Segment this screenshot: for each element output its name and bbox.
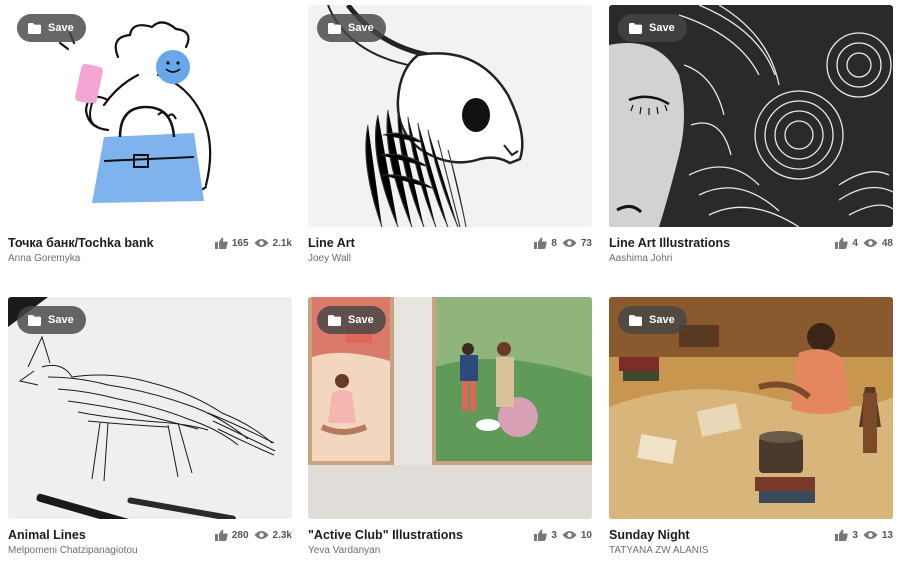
- project-card[interactable]: Save Sunday Night TATYANA ZW ALANIS 3 13: [609, 297, 893, 568]
- save-button[interactable]: Save: [17, 14, 86, 42]
- project-title[interactable]: Точка банк/Tochka bank: [8, 236, 154, 250]
- views-stat: 13: [863, 530, 893, 541]
- folder-icon: [328, 314, 341, 326]
- project-thumbnail[interactable]: Save: [609, 297, 893, 519]
- project-owner[interactable]: Aashima Johri: [609, 253, 672, 264]
- views-stat: 48: [863, 238, 893, 249]
- likes-count: 8: [551, 237, 557, 249]
- project-title[interactable]: Sunday Night: [609, 528, 690, 542]
- project-thumbnail[interactable]: Save: [609, 5, 893, 227]
- thumbs-up-icon: [214, 237, 228, 249]
- save-label: Save: [649, 314, 675, 326]
- views-count: 2.1k: [272, 237, 292, 249]
- likes-count: 4: [852, 237, 858, 249]
- save-button[interactable]: Save: [17, 306, 86, 334]
- project-title[interactable]: Animal Lines: [8, 528, 86, 542]
- thumbs-up-icon: [214, 529, 228, 541]
- project-meta: Line Art Illustrations Aashima Johri 4 4…: [609, 236, 893, 276]
- likes-stat: 3: [534, 529, 557, 541]
- project-owner[interactable]: TATYANA ZW ALANIS: [609, 545, 708, 556]
- thumbs-up-icon: [534, 237, 547, 249]
- project-card[interactable]: Save Line Art Illustrations Aashima Johr…: [609, 5, 893, 276]
- likes-stat: 8: [534, 237, 557, 249]
- project-title[interactable]: Line Art: [308, 236, 355, 250]
- project-stats: 280 2.3k: [214, 529, 292, 541]
- project-title[interactable]: "Active Club" Illustrations: [308, 528, 463, 542]
- project-stats: 165 2.1k: [214, 237, 292, 249]
- save-label: Save: [649, 22, 675, 34]
- project-owner[interactable]: Anna Goremyka: [8, 253, 80, 264]
- eye-icon: [254, 239, 269, 247]
- folder-icon: [629, 22, 642, 34]
- save-button[interactable]: Save: [317, 14, 386, 42]
- project-stats: 4 48: [835, 237, 893, 249]
- views-count: 73: [580, 237, 592, 249]
- project-card[interactable]: Save Line Art Joey Wall 8 73: [308, 5, 592, 276]
- likes-count: 165: [231, 237, 249, 249]
- views-stat: 73: [562, 238, 592, 249]
- project-grid: Save Точка банк/Tochka bank Anna Goremyk…: [0, 0, 900, 568]
- likes-count: 280: [231, 529, 249, 541]
- eye-icon: [863, 239, 878, 247]
- save-label: Save: [348, 22, 374, 34]
- thumbs-up-icon: [534, 529, 547, 541]
- project-owner[interactable]: Yeva Vardanyan: [308, 545, 380, 556]
- project-thumbnail[interactable]: Save: [8, 297, 292, 519]
- thumbs-up-icon: [835, 237, 848, 249]
- thumbs-up-icon: [835, 529, 848, 541]
- project-stats: 3 13: [835, 529, 893, 541]
- project-meta: Sunday Night TATYANA ZW ALANIS 3 13: [609, 528, 893, 568]
- views-stat: 2.1k: [254, 238, 292, 249]
- save-button[interactable]: Save: [618, 306, 687, 334]
- project-card[interactable]: Save "Active Club" Illustrations Yeva Va…: [308, 297, 592, 568]
- save-label: Save: [48, 22, 74, 34]
- project-owner[interactable]: Joey Wall: [308, 253, 351, 264]
- project-meta: Точка банк/Tochka bank Anna Goremyka 165…: [8, 236, 292, 276]
- project-thumbnail[interactable]: Save: [308, 5, 592, 227]
- folder-icon: [28, 22, 41, 34]
- views-count: 2.3k: [272, 529, 292, 541]
- views-stat: 10: [562, 530, 592, 541]
- project-owner[interactable]: Melpomeni Chatzipanagiotou: [8, 545, 138, 556]
- save-label: Save: [48, 314, 74, 326]
- project-title[interactable]: Line Art Illustrations: [609, 236, 730, 250]
- eye-icon: [562, 531, 577, 539]
- project-thumbnail[interactable]: Save: [8, 5, 292, 227]
- project-card[interactable]: Save Animal Lines Melpomeni Chatzipanagi…: [8, 297, 292, 568]
- save-label: Save: [348, 314, 374, 326]
- likes-stat: 3: [835, 529, 858, 541]
- views-count: 48: [881, 237, 893, 249]
- project-stats: 3 10: [534, 529, 592, 541]
- project-stats: 8 73: [534, 237, 592, 249]
- likes-stat: 4: [835, 237, 858, 249]
- likes-stat: 280: [214, 529, 249, 541]
- project-meta: Line Art Joey Wall 8 73: [308, 236, 592, 276]
- project-card[interactable]: Save Точка банк/Tochka bank Anna Goremyk…: [8, 5, 292, 276]
- folder-icon: [28, 314, 41, 326]
- project-meta: "Active Club" Illustrations Yeva Vardany…: [308, 528, 592, 568]
- views-count: 13: [881, 529, 893, 541]
- eye-icon: [562, 239, 577, 247]
- project-meta: Animal Lines Melpomeni Chatzipanagiotou …: [8, 528, 292, 568]
- eye-icon: [863, 531, 878, 539]
- save-button[interactable]: Save: [317, 306, 386, 334]
- folder-icon: [629, 314, 642, 326]
- views-stat: 2.3k: [254, 530, 292, 541]
- project-thumbnail[interactable]: Save: [308, 297, 592, 519]
- views-count: 10: [580, 529, 592, 541]
- folder-icon: [328, 22, 341, 34]
- likes-count: 3: [551, 529, 557, 541]
- likes-stat: 165: [214, 237, 249, 249]
- eye-icon: [254, 531, 269, 539]
- save-button[interactable]: Save: [618, 14, 687, 42]
- likes-count: 3: [852, 529, 858, 541]
